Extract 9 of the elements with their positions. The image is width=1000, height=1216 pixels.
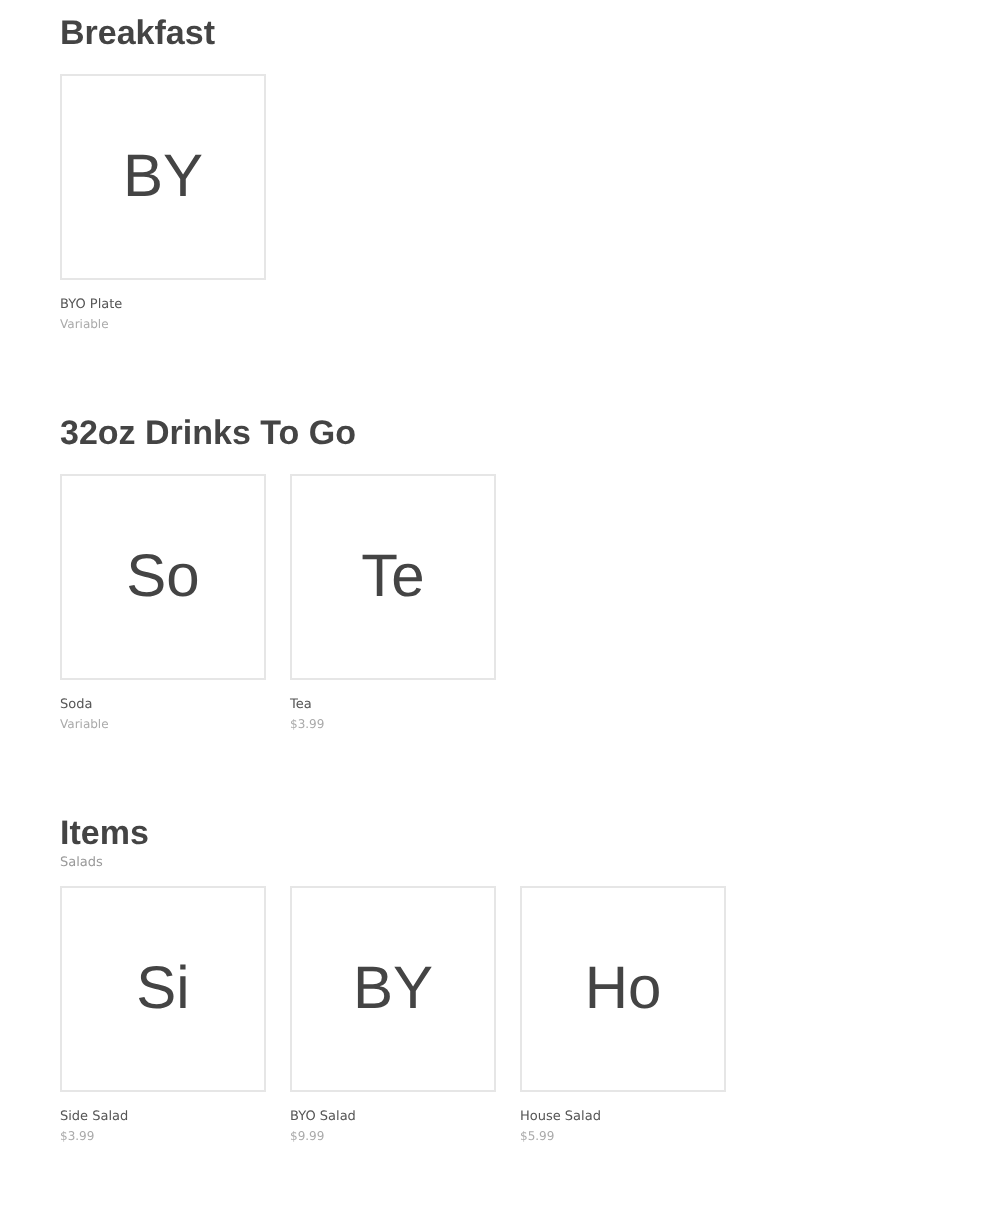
section-heading: Breakfast	[60, 14, 215, 52]
item-tile[interactable]: BY	[60, 74, 266, 280]
item-tile[interactable]: BY	[290, 886, 496, 1092]
item-tile[interactable]: Te	[290, 474, 496, 680]
item-tile[interactable]: So	[60, 474, 266, 680]
item-tile[interactable]: Si	[60, 886, 266, 1092]
section-heading: 32oz Drinks To Go	[60, 414, 356, 452]
item-tile[interactable]: Ho	[520, 886, 726, 1092]
section-heading: Items	[60, 814, 149, 852]
